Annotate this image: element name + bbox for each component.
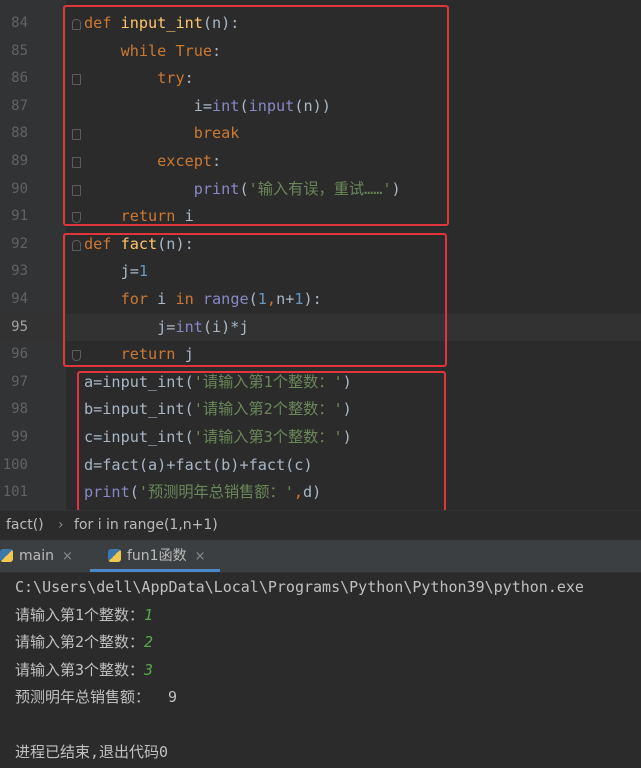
- line-number: 101: [2, 484, 28, 501]
- close-icon[interactable]: ×: [195, 549, 206, 564]
- console-input-3: 3: [144, 661, 154, 679]
- run-console[interactable]: C:\Users\dell\AppData\Local\Programs\Pyt…: [0, 573, 641, 768]
- run-tab-fun1-label: fun1函数: [127, 548, 187, 564]
- line-number: 94: [11, 291, 28, 307]
- line-number: 88: [11, 125, 28, 142]
- close-icon[interactable]: ×: [62, 549, 73, 564]
- line-number: 99: [11, 429, 28, 445]
- line-number: 98: [11, 401, 28, 418]
- line-number: 95: [11, 318, 28, 335]
- console-prompt-3: 请输入第3个整数：3: [15, 657, 153, 685]
- run-tab-fun1[interactable]: fun1函数 ×: [90, 540, 220, 572]
- line-number: 92: [11, 235, 28, 252]
- console-prompt-1-text: 请输入第1个整数：: [15, 606, 145, 624]
- annotation-box-main: [77, 371, 446, 510]
- line-number: 91: [11, 208, 28, 225]
- console-path: C:\Users\dell\AppData\Local\Programs\Pyt…: [15, 578, 584, 596]
- run-tabs-bar: main × fun1函数 ×: [0, 540, 641, 573]
- console-result: 预测明年总销售额： 9: [15, 688, 178, 706]
- console-input-1: 1: [144, 606, 154, 624]
- breadcrumb: fact() › for i in range(1,n+1): [0, 510, 641, 541]
- console-prompt-3-text: 请输入第3个整数：: [15, 661, 145, 679]
- console-prompt-2-text: 请输入第2个整数：: [15, 633, 145, 651]
- console-input-2: 2: [144, 633, 154, 651]
- annotation-box-fact: [63, 233, 447, 367]
- line-number: 100: [2, 456, 28, 473]
- breadcrumb-function[interactable]: fact(): [6, 511, 44, 540]
- console-prompt-2: 请输入第2个整数：2: [15, 629, 153, 657]
- line-number: 84: [11, 15, 28, 31]
- breadcrumb-separator: ›: [58, 517, 64, 533]
- console-prompt-1: 请输入第1个整数：1: [15, 602, 153, 630]
- line-number: 93: [11, 263, 28, 280]
- line-number: 87: [11, 97, 28, 114]
- breadcrumb-loop[interactable]: for i in range(1,n+1): [74, 511, 218, 540]
- run-tab-main-label: main: [19, 548, 54, 564]
- line-number: 96: [11, 346, 28, 363]
- python-icon: [0, 549, 13, 562]
- python-icon: [108, 549, 121, 562]
- line-number: 90: [11, 180, 28, 197]
- line-number: 86: [11, 70, 28, 87]
- line-number: 85: [11, 42, 28, 59]
- annotation-box-input-int: [63, 5, 449, 226]
- line-number: 89: [11, 153, 28, 169]
- code-editor[interactable]: 84 def input_int(n): 85 while True: 86 try:…: [0, 0, 641, 510]
- line-number: 97: [11, 373, 28, 390]
- console-exit: 进程已结束,退出代码0: [15, 743, 169, 761]
- run-tab-main[interactable]: main ×: [0, 540, 78, 572]
